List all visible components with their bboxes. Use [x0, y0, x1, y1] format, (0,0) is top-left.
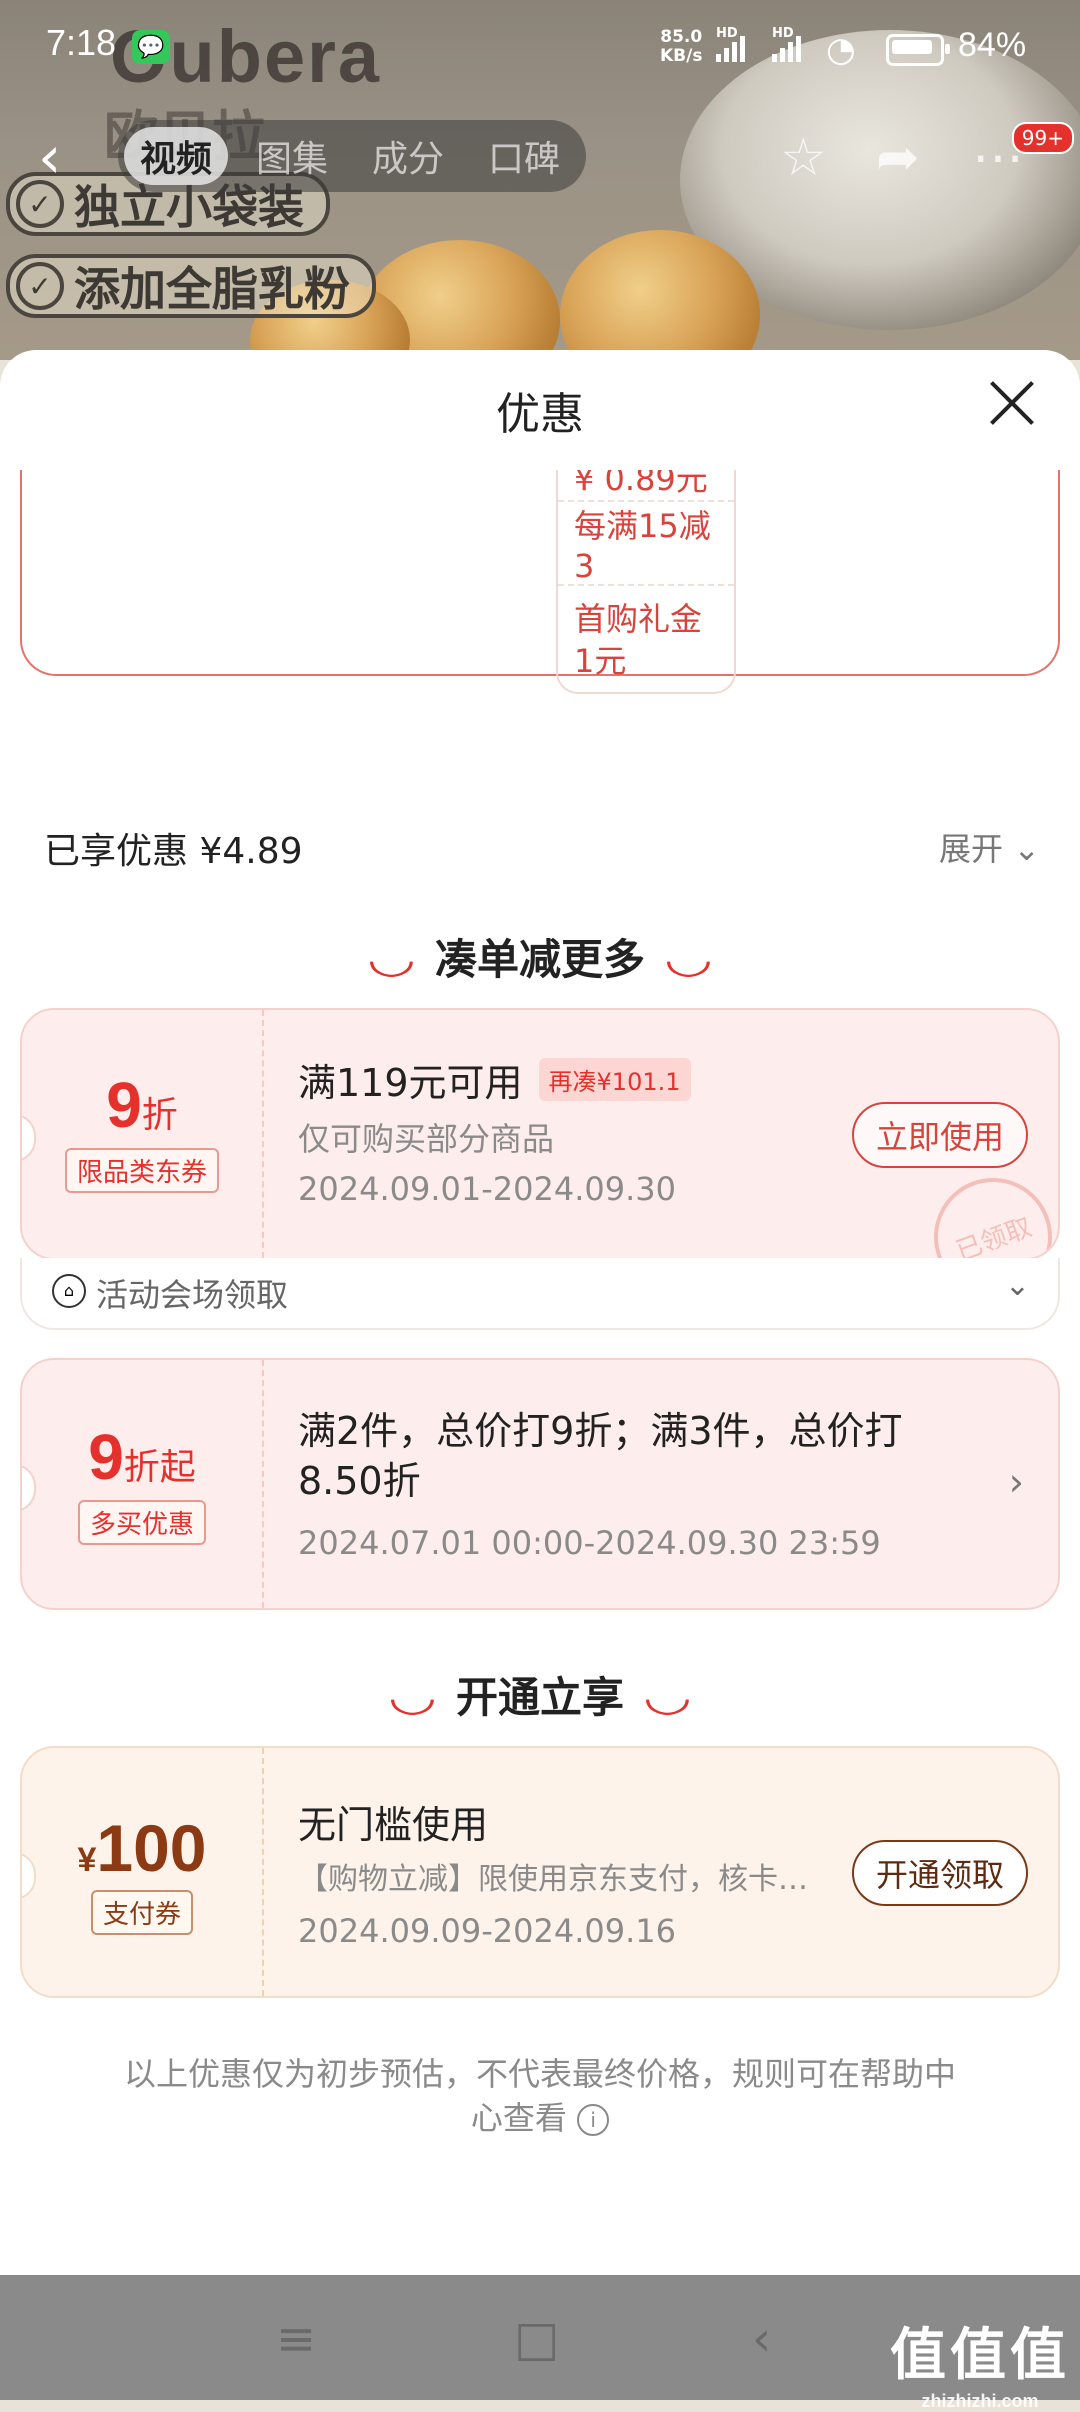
coupon-title: 无门槛使用	[298, 1803, 489, 1847]
coupon-divider	[262, 1360, 264, 1608]
media-tabs: 视频 图集 成分 口碑	[118, 120, 586, 192]
watermark: 值值值 zhizhizhi.com	[890, 2323, 1070, 2411]
coupon-divider	[262, 1010, 264, 1258]
breakdown-item: ¥ 0.89元	[558, 470, 734, 502]
discount-sheet: 优惠 ¥ 0.89元 每满15减3 首购礼金1元 已享优惠 ¥4.89 展开 ⌄…	[0, 350, 1080, 2275]
menu-icon[interactable]: ≡	[276, 2311, 316, 2367]
coupon-card[interactable]: 9折起 多买优惠 满2件，总价打9折；满3件，总价打 8.50折 2024.07.…	[20, 1358, 1060, 1610]
coupon-value: ¥100 支付券	[22, 1810, 262, 1935]
coupon-value: 9折 限品类东券	[22, 1068, 262, 1193]
disclaimer-footnote: 以上优惠仅为初步预估，不代表最终价格，规则可在帮助中心查看 i	[123, 2055, 956, 2137]
smile-decoration-icon: ◡	[391, 1674, 435, 1720]
smile-decoration-icon: ◡	[666, 936, 710, 982]
claimed-stamp-icon: 已领取	[917, 1161, 1058, 1258]
chevron-right-icon: ›	[1008, 1460, 1024, 1504]
share-icon[interactable]: ➦	[876, 128, 920, 188]
breakdown-item: 每满15减3	[558, 502, 734, 586]
coupon-card: ¥100 支付券 无门槛使用 【购物立减】限使用京东支付，核卡… 2024.09…	[20, 1746, 1060, 1998]
info-icon[interactable]: i	[577, 2104, 610, 2136]
sheet-title: 优惠	[496, 389, 584, 440]
status-bar: 7:18 💬 85.0 KB/s HD HD ◔ 84%	[0, 0, 1080, 100]
section-title-more-savings: ◡ 凑单减更多 ◡	[370, 935, 710, 984]
activate-claim-button[interactable]: 开通领取	[851, 1840, 1028, 1906]
clock: 7:18	[46, 22, 117, 63]
coupon-validity: 2024.07.01 00:00-2024.09.30 23:59	[298, 1524, 881, 1562]
chevron-down-icon: ⌄	[1004, 1268, 1030, 1303]
tab-gallery[interactable]: 图集	[240, 127, 344, 185]
wechat-icon: 💬	[132, 30, 170, 64]
back-arrow-icon[interactable]: ‹	[38, 128, 61, 186]
enjoyed-discount-total: 已享优惠 ¥4.89	[44, 831, 303, 872]
notification-badge: 99+	[1011, 122, 1074, 154]
coupon-description: 仅可购买部分商品	[298, 1120, 555, 1158]
coupon-type-tag: 限品类东券	[64, 1148, 219, 1193]
remaining-amount-tag: 再凑¥101.1	[538, 1058, 691, 1101]
home-icon[interactable]: □	[514, 2311, 559, 2367]
discount-breakdown-column: ¥ 0.89元 每满15减3 首购礼金1元	[556, 470, 736, 694]
network-speed: 85.0 KB/s	[660, 27, 703, 66]
coupon-title: 满2件，总价打9折；满3件，总价打 8.50折	[298, 1409, 903, 1503]
coupon-card: 9折 限品类东券 满119元可用 再凑¥101.1 仅可购买部分商品 2024.0…	[20, 1008, 1060, 1260]
ticket-icon: ⌂	[52, 1274, 86, 1308]
chevron-down-icon: ⌄	[1013, 830, 1040, 868]
coupon-title: 满119元可用 再凑¥101.1	[298, 1052, 691, 1107]
battery-percent: 84%	[958, 26, 1027, 64]
breakdown-item: 首购礼金1元	[574, 600, 703, 680]
smile-decoration-icon: ◡	[370, 936, 414, 982]
signal-icon	[716, 32, 745, 62]
expand-button[interactable]: 展开 ⌄	[939, 824, 1040, 870]
activity-venue-row[interactable]: ⌂ 活动会场领取 ⌄	[20, 1258, 1060, 1330]
back-icon[interactable]: ‹	[752, 2311, 771, 2367]
smile-decoration-icon: ◡	[645, 1674, 689, 1720]
use-now-button[interactable]: 立即使用	[851, 1102, 1028, 1168]
coupon-value: 9折起 多买优惠	[22, 1420, 262, 1545]
coupon-description: 【购物立减】限使用京东支付，核卡…	[298, 1862, 808, 1897]
tab-ingredients[interactable]: 成分	[356, 127, 460, 185]
feature-chip: ✓ 添加全脂乳粉	[6, 254, 376, 318]
star-favorite-icon[interactable]: ☆	[780, 128, 827, 188]
coupon-validity: 2024.09.09-2024.09.16	[298, 1912, 676, 1950]
coupon-type-tag: 多买优惠	[77, 1500, 206, 1545]
tab-reviews[interactable]: 口碑	[472, 127, 576, 185]
signal-icon	[772, 32, 801, 62]
tab-video[interactable]: 视频	[124, 127, 229, 185]
top-navigation: ‹ 视频 图集 成分 口碑 ☆ ➦ ⋯ 99+	[0, 110, 1080, 200]
battery-icon	[886, 34, 950, 66]
activity-venue-text: 活动会场领取	[96, 1276, 289, 1314]
previous-discount-card	[20, 470, 1060, 676]
section-title-activate: ◡ 开通立享 ◡	[391, 1673, 689, 1722]
check-icon: ✓	[16, 262, 64, 310]
close-icon[interactable]	[988, 378, 1036, 426]
coupon-divider	[262, 1748, 264, 1996]
coupon-type-tag: 支付券	[90, 1890, 193, 1935]
coupon-validity: 2024.09.01-2024.09.30	[298, 1170, 676, 1208]
wifi-icon: ◔	[826, 30, 856, 70]
